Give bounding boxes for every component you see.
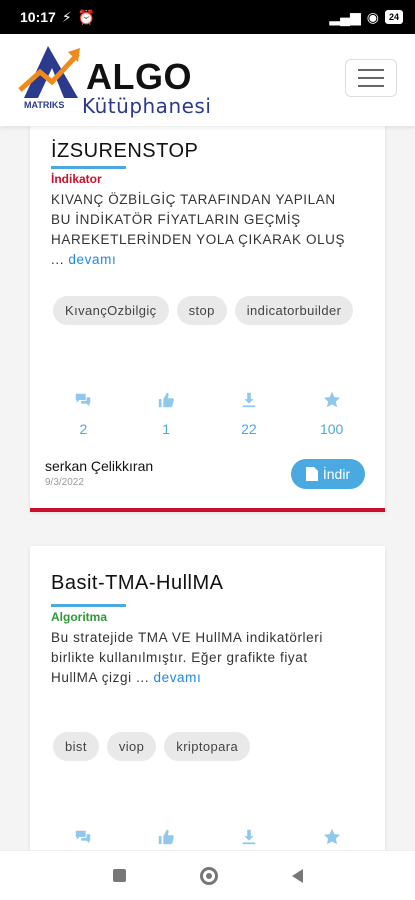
card-category: İndikator — [51, 172, 102, 186]
system-nav-bar — [0, 850, 415, 900]
logo[interactable]: ALGO Kütüphanesi MATRIKS — [18, 42, 218, 118]
comments-stat[interactable] — [48, 828, 118, 846]
downloads-stat[interactable]: 22 — [214, 391, 284, 437]
favorites-stat[interactable]: 100 — [297, 391, 367, 437]
logo-matriks-text: MATRIKS — [24, 100, 65, 110]
status-time: 10:17 — [20, 9, 56, 25]
tag-list: KıvançOzbilgiç stop indicatorbuilder — [53, 296, 363, 325]
card-stats — [30, 828, 385, 846]
battery-icon: 24 — [384, 10, 403, 24]
title-underline — [51, 604, 126, 607]
card-description: Bu stratejide TMA VE HullMA indikatörler… — [51, 630, 323, 685]
favorites-count: 100 — [319, 421, 344, 437]
alarm-icon: ⏰ — [77, 8, 96, 25]
comments-count: 2 — [79, 421, 88, 437]
logo-algo-text: ALGO — [86, 56, 192, 97]
download-icon — [242, 829, 256, 845]
recents-button[interactable] — [112, 869, 126, 882]
card-category: Algoritma — [51, 610, 108, 624]
tag-chip[interactable]: stop — [176, 296, 227, 325]
content-scroll[interactable]: İZSURENSTOP İndikator KIVANÇ ÖZBİLGİÇ TA… — [0, 126, 415, 850]
sync-icon: ⚡ — [61, 8, 72, 25]
tag-chip[interactable]: viop — [106, 732, 157, 761]
comments-icon — [76, 830, 91, 844]
card-description: KIVANÇ ÖZBİLGİÇ TARAFINDAN YAPILAN BU İN… — [51, 192, 346, 267]
likes-count: 1 — [162, 421, 171, 437]
tag-list: bist viop kriptopara — [53, 732, 363, 761]
hamburger-menu-button[interactable] — [345, 59, 397, 97]
card-title[interactable]: İZSURENSTOP — [51, 140, 198, 163]
read-more-link[interactable]: devamı — [153, 670, 201, 685]
logo-mark-icon — [18, 46, 80, 98]
favorites-stat[interactable] — [297, 828, 367, 846]
thumbs-up-icon — [158, 392, 175, 408]
menu-bar-icon — [358, 85, 384, 87]
tag-chip[interactable]: bist — [53, 732, 99, 761]
download-icon — [242, 392, 256, 408]
wifi-icon: ◉ — [366, 8, 379, 25]
tag-chip[interactable]: kriptopara — [164, 732, 251, 761]
logo-kutuphanesi-text: Kütüphanesi — [82, 94, 212, 118]
likes-stat[interactable] — [131, 828, 201, 846]
menu-bar-icon — [358, 69, 384, 71]
signal-icon: ▂▄▆ — [329, 8, 361, 25]
file-icon — [305, 467, 318, 481]
star-icon — [323, 828, 340, 845]
card-title[interactable]: Basit-TMA-HullMA — [51, 572, 223, 595]
comments-stat[interactable]: 2 — [48, 391, 118, 437]
read-more-link[interactable]: devamı — [68, 252, 116, 267]
star-icon — [323, 391, 340, 408]
app-header: ALGO Kütüphanesi MATRIKS — [0, 34, 415, 126]
algo-card[interactable]: Basit-TMA-HullMA Algoritma Bu stratejide… — [30, 546, 385, 850]
algo-card[interactable]: İZSURENSTOP İndikator KIVANÇ ÖZBİLGİÇ TA… — [30, 126, 385, 512]
tag-chip[interactable]: KıvançOzbilgiç — [53, 296, 169, 325]
status-bar: 10:17 ⚡ ⏰ ▂▄▆ ◉ 24 — [0, 0, 415, 34]
download-button-label: İndir — [322, 466, 351, 482]
downloads-count: 22 — [241, 421, 257, 437]
tag-chip[interactable]: indicatorbuilder — [234, 296, 354, 325]
title-underline — [51, 166, 126, 169]
publish-date: 9/3/2022 — [45, 477, 84, 488]
likes-stat[interactable]: 1 — [131, 391, 201, 437]
author-name[interactable]: serkan Çelikkıran — [45, 458, 153, 474]
thumbs-up-icon — [158, 829, 175, 845]
menu-bar-icon — [358, 77, 384, 79]
download-button[interactable]: İndir — [291, 459, 365, 489]
downloads-stat[interactable] — [214, 828, 284, 846]
back-button[interactable] — [291, 868, 303, 883]
comments-icon — [76, 393, 91, 407]
home-button[interactable] — [199, 866, 218, 885]
card-stats: 2 1 22 100 — [30, 391, 385, 437]
